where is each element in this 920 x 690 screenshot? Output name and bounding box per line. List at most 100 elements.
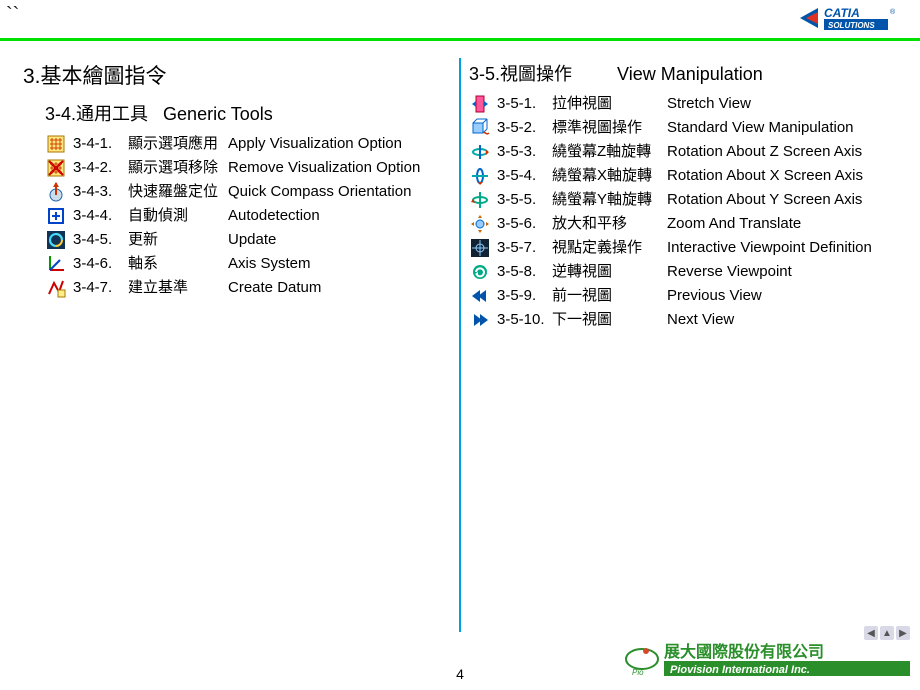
item-label-zh: 繞螢幕X軸旋轉 [552, 166, 667, 186]
item-number: 3-5-9. [497, 286, 552, 306]
item-label-en: Stretch View [667, 94, 897, 114]
svg-text:Piovision International Inc.: Piovision International Inc. [670, 664, 810, 676]
item-label-en: Rotation About X Screen Axis [667, 166, 897, 186]
item-label-en: Interactive Viewpoint Definition [667, 238, 897, 258]
svg-text:CATIA: CATIA [824, 6, 860, 20]
command-row: 3-5-4.繞螢幕X軸旋轉Rotation About X Screen Axi… [469, 166, 897, 186]
item-label-en: Apply Visualization Option [228, 134, 451, 154]
command-row: 3-5-7.視點定義操作Interactive Viewpoint Defini… [469, 238, 897, 258]
catia-logo: CATIA SOLUTIONS ® [800, 4, 910, 32]
command-row: 3-5-1.拉伸視圖Stretch View [469, 94, 897, 114]
command-row: 3-4-3.快速羅盤定位Quick Compass Orientation [45, 182, 451, 202]
subheading-zh: 3-4.通用工具 [45, 104, 148, 124]
item-number: 3-4-1. [73, 134, 128, 154]
item-label-en: Axis System [228, 254, 451, 274]
item-label-zh: 拉伸視圖 [552, 94, 667, 114]
command-row: 3-5-6.放大和平移Zoom And Translate [469, 214, 897, 234]
item-number: 3-4-3. [73, 182, 128, 202]
item-number: 3-5-5. [497, 190, 552, 210]
item-number: 3-4-7. [73, 278, 128, 298]
item-label-zh: 自動偵測 [128, 206, 228, 226]
item-label-en: Autodetection [228, 206, 451, 226]
item-label-zh: 繞螢幕Y軸旋轉 [552, 190, 667, 210]
item-label-en: Remove Visualization Option [228, 158, 451, 178]
item-label-zh: 顯示選項移除 [128, 158, 228, 178]
item-label-en: Rotation About Y Screen Axis [667, 190, 897, 210]
item-number: 3-5-3. [497, 142, 552, 162]
svg-text:Pio: Pio [632, 668, 644, 677]
command-row: 3-5-3.繞螢幕Z軸旋轉Rotation About Z Screen Axi… [469, 142, 897, 162]
command-row: 3-4-4.自動偵測Autodetection [45, 206, 451, 226]
datum-icon [45, 278, 67, 298]
item-label-en: Quick Compass Orientation [228, 182, 451, 202]
command-row: 3-4-5.更新Update [45, 230, 451, 250]
item-label-zh: 繞螢幕Z軸旋轉 [552, 142, 667, 162]
item-label-zh: 逆轉視圖 [552, 262, 667, 282]
green-divider-bar [0, 38, 920, 41]
item-number: 3-4-2. [73, 158, 128, 178]
item-number: 3-5-1. [497, 94, 552, 114]
subheading-zh: 3-5.視圖操作 [469, 64, 572, 84]
item-label-zh: 顯示選項應用 [128, 134, 228, 154]
prev-icon [469, 286, 491, 306]
axis-icon [45, 254, 67, 274]
backtick-marks: `` [6, 4, 19, 27]
compass-icon [45, 182, 67, 202]
nav-prev-icon[interactable]: ◀ [864, 626, 878, 640]
item-number: 3-4-4. [73, 206, 128, 226]
item-number: 3-4-5. [73, 230, 128, 250]
item-label-zh: 軸系 [128, 254, 228, 274]
rot-x-icon [469, 166, 491, 186]
reverse-icon [469, 262, 491, 282]
item-number: 3-4-6. [73, 254, 128, 274]
swirl-icon [45, 230, 67, 250]
item-number: 3-5-6. [497, 214, 552, 234]
zoom-pan-icon [469, 214, 491, 234]
item-label-zh: 視點定義操作 [552, 238, 667, 258]
item-label-zh: 建立基準 [128, 278, 228, 298]
item-label-en: Standard View Manipulation [667, 118, 897, 138]
item-label-en: Create Datum [228, 278, 451, 298]
grid-apply-icon [45, 134, 67, 154]
plus-box-icon [45, 206, 67, 226]
slide-nav: ◀ ▲ ▶ [864, 626, 910, 640]
item-label-zh: 放大和平移 [552, 214, 667, 234]
command-row: 3-5-2.標準視圖操作Standard View Manipulation [469, 118, 897, 138]
command-row: 3-4-7.建立基準Create Datum [45, 278, 451, 298]
rot-z-icon [469, 142, 491, 162]
svg-text:®: ® [890, 8, 896, 16]
item-label-en: Reverse Viewpoint [667, 262, 897, 282]
command-row: 3-5-8.逆轉視圖Reverse Viewpoint [469, 262, 897, 282]
item-label-zh: 下一視圖 [552, 310, 667, 330]
command-row: 3-4-2.顯示選項移除Remove Visualization Option [45, 158, 451, 178]
item-number: 3-5-4. [497, 166, 552, 186]
next-icon [469, 310, 491, 330]
subsection-heading: 3-5.視圖操作 View Manipulation [469, 60, 897, 86]
section-heading: 3.基本繪圖指令 [23, 60, 451, 90]
item-label-zh: 更新 [128, 230, 228, 250]
nav-up-icon[interactable]: ▲ [880, 626, 894, 640]
rot-y-icon [469, 190, 491, 210]
item-label-zh: 快速羅盤定位 [128, 182, 228, 202]
item-label-en: Zoom And Translate [667, 214, 897, 234]
command-row: 3-5-5.繞螢幕Y軸旋轉Rotation About Y Screen Axi… [469, 190, 897, 210]
item-label-zh: 前一視圖 [552, 286, 667, 306]
piovision-logo: Pio 展大國際股份有限公司 Piovision International I… [622, 639, 912, 684]
nav-next-icon[interactable]: ▶ [896, 626, 910, 640]
command-row: 3-5-9.前一視圖Previous View [469, 286, 897, 306]
viewpoint-icon [469, 238, 491, 258]
subheading-en: View Manipulation [617, 64, 767, 84]
svg-text:SOLUTIONS: SOLUTIONS [828, 21, 875, 30]
item-label-en: Update [228, 230, 451, 250]
command-row: 3-5-10.下一視圖Next View [469, 310, 897, 330]
grid-remove-icon [45, 158, 67, 178]
svg-text:展大國際股份有限公司: 展大國際股份有限公司 [664, 642, 824, 661]
item-number: 3-5-2. [497, 118, 552, 138]
item-number: 3-5-10. [497, 310, 552, 330]
item-label-en: Next View [667, 310, 897, 330]
item-label-zh: 標準視圖操作 [552, 118, 667, 138]
item-number: 3-5-7. [497, 238, 552, 258]
command-row: 3-4-6.軸系Axis System [45, 254, 451, 274]
item-number: 3-5-8. [497, 262, 552, 282]
item-label-en: Rotation About Z Screen Axis [667, 142, 897, 162]
